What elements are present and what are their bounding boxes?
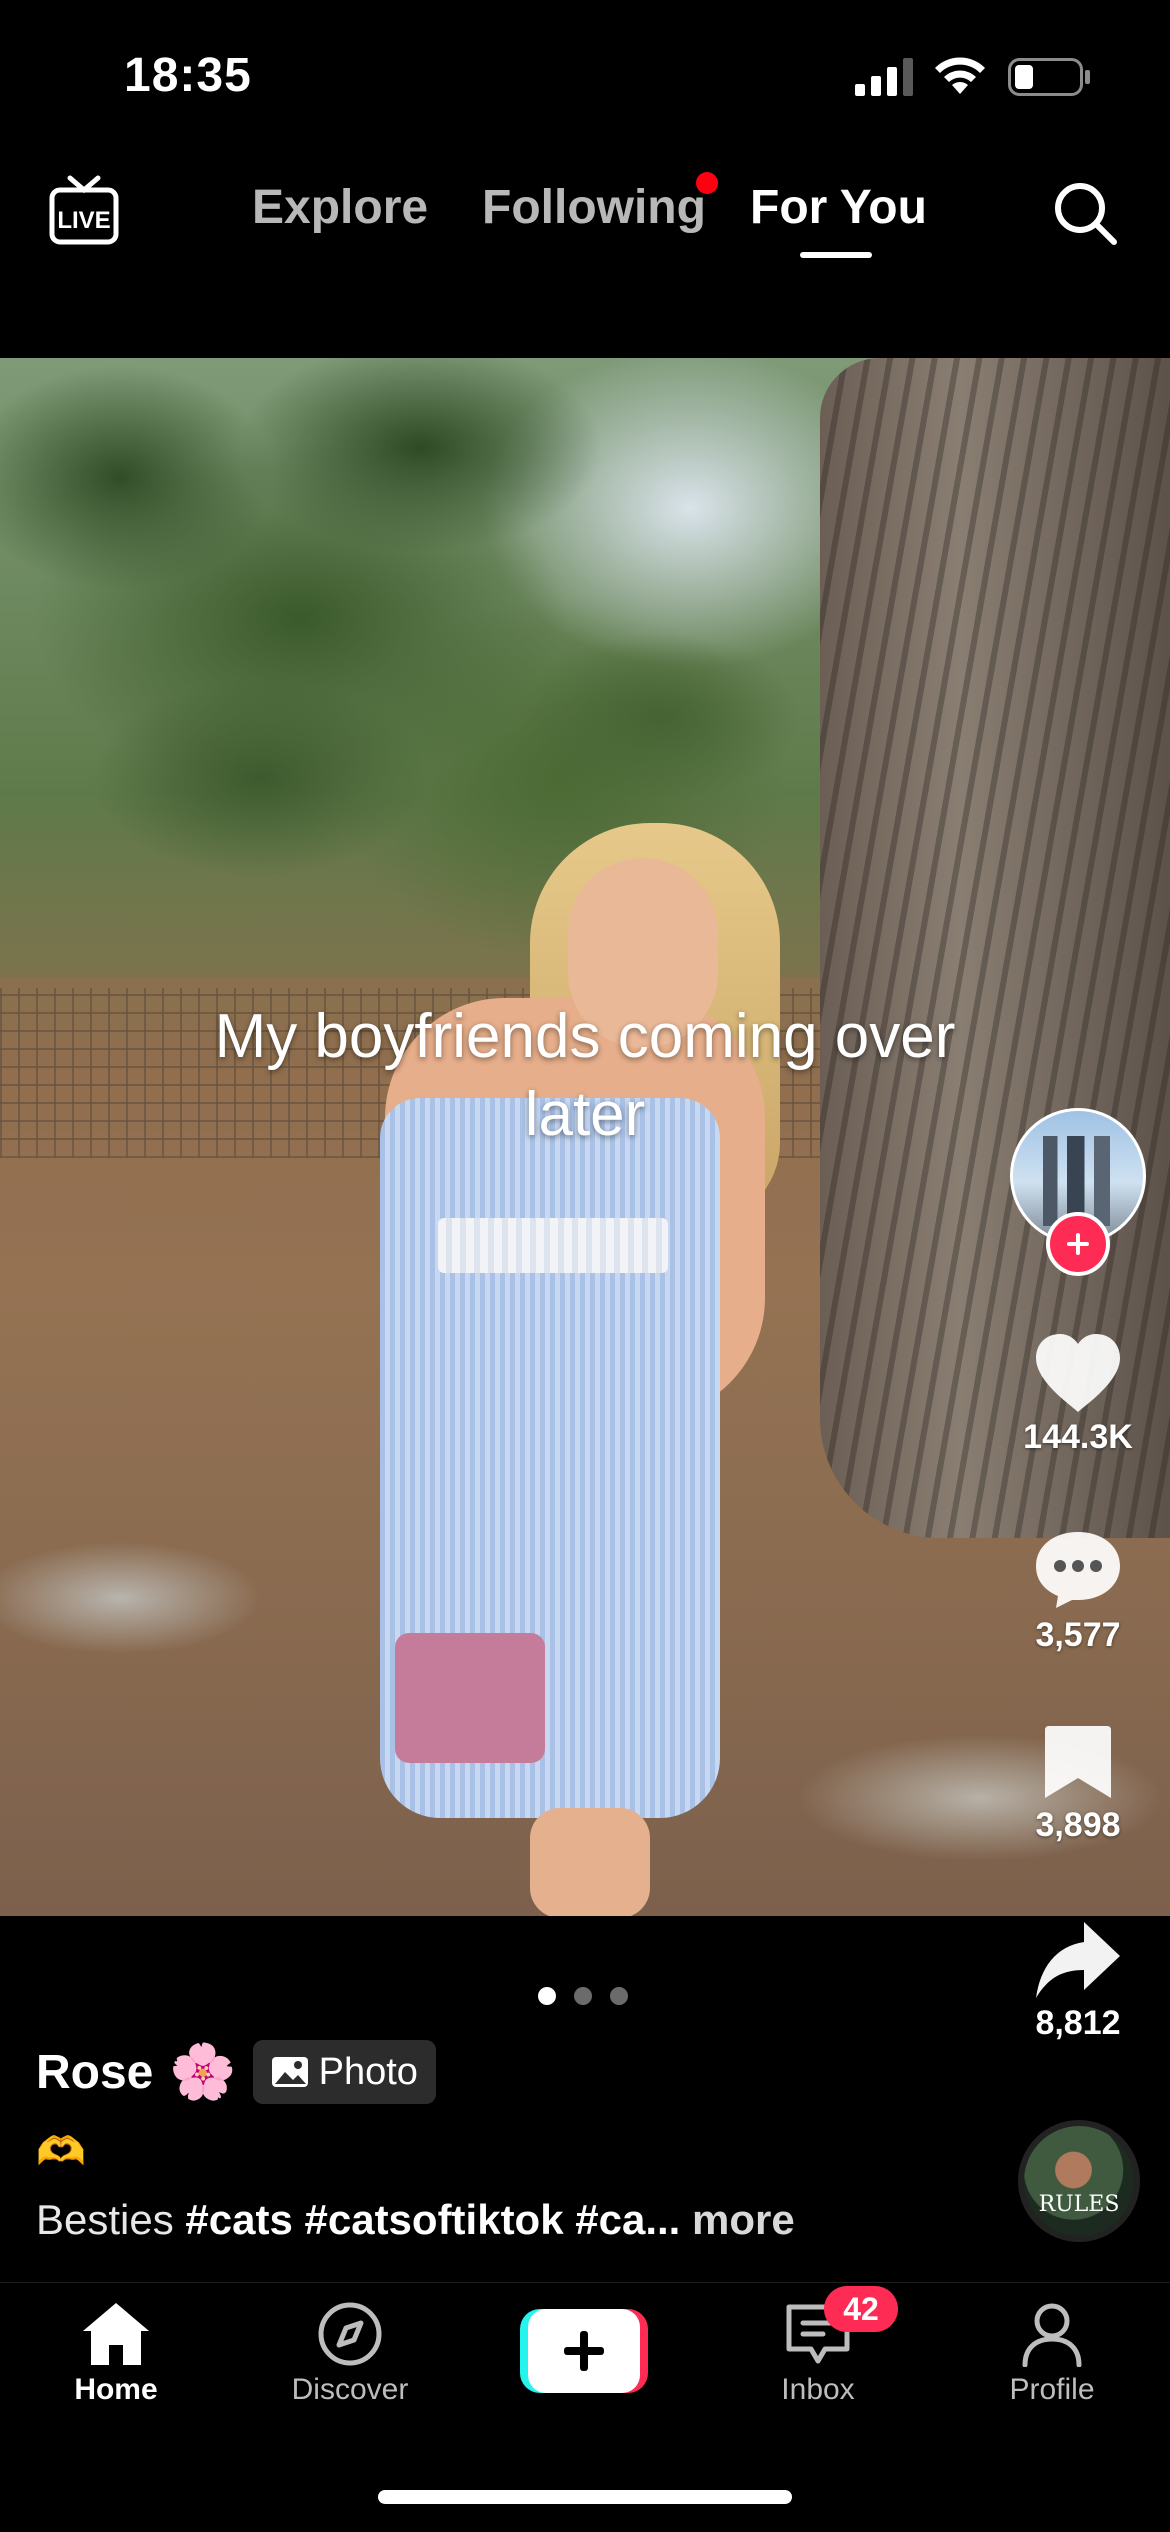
tab-discover-label: Discover: [291, 2373, 409, 2406]
photo-type-badge: Photo: [252, 2040, 436, 2104]
live-tv-icon: LIVE: [49, 175, 119, 245]
music-disc-label: RULES: [1038, 2192, 1120, 2217]
live-label: LIVE: [57, 207, 110, 234]
comment-icon: [1036, 1532, 1120, 1608]
tab-profile[interactable]: Profile: [972, 2301, 1132, 2407]
compass-icon: [318, 2302, 382, 2366]
creator-name[interactable]: Rose: [36, 2045, 153, 2100]
post-photo[interactable]: My boyfriends coming over later: [0, 358, 1170, 1916]
wifi-icon: [935, 57, 985, 94]
more-link[interactable]: more: [680, 2196, 795, 2243]
bookmark-count: 3,898: [1035, 1806, 1121, 1844]
tab-following[interactable]: Following: [482, 180, 706, 235]
tab-profile-label: Profile: [1009, 2373, 1095, 2406]
creator-row: Rose 🌸 Photo: [36, 2040, 436, 2104]
comment-count: 3,577: [1035, 1616, 1121, 1654]
description-text: Besties: [36, 2196, 186, 2243]
create-button[interactable]: [520, 2309, 648, 2393]
live-button[interactable]: LIVE: [48, 172, 120, 248]
photo-pagination[interactable]: [538, 1987, 628, 2005]
caption-emoji: 🫶: [36, 2130, 86, 2174]
profile-icon: [1022, 2303, 1082, 2367]
image-icon: [271, 2057, 308, 2087]
home-indicator[interactable]: [378, 2490, 792, 2504]
tab-for-you[interactable]: For You: [750, 180, 927, 235]
battery-icon: [1008, 58, 1090, 96]
signal-icon: [855, 58, 913, 96]
home-icon: [83, 2303, 149, 2365]
heart-icon: [1036, 1334, 1120, 1412]
bottom-tab-bar: Home Discover Inbox Profile: [0, 2282, 1170, 2422]
tab-home-label: Home: [74, 2373, 158, 2406]
tab-home[interactable]: Home: [36, 2301, 196, 2407]
music-disc[interactable]: RULES: [1018, 2120, 1140, 2242]
overlay-caption: My boyfriends coming over later: [0, 998, 1170, 1154]
photo-person-legs: [530, 1808, 650, 1916]
inbox-badge: 42: [824, 2286, 898, 2332]
photo-type-label: Photo: [318, 2050, 418, 2093]
share-button[interactable]: 8,812: [1008, 1920, 1148, 2043]
tab-discover[interactable]: Discover: [270, 2301, 430, 2407]
follow-button[interactable]: [1046, 1212, 1110, 1276]
photo-dress-lace: [438, 1218, 668, 1273]
status-time: 18:35: [124, 49, 252, 102]
like-count: 144.3K: [1023, 1418, 1133, 1456]
status-bar: 18:35: [0, 0, 1170, 150]
active-tab-indicator: [800, 252, 872, 258]
top-nav: LIVE Explore Following For You: [0, 160, 1170, 280]
bookmark-button[interactable]: 3,898: [1008, 1724, 1148, 1845]
share-arrow-icon: [1036, 1922, 1120, 1998]
overlay-caption-line: My boyfriends coming over: [214, 1002, 956, 1071]
like-button[interactable]: 144.3K: [1008, 1332, 1148, 1457]
creator-name-emoji: 🌸: [169, 2041, 237, 2102]
pagination-dot: [610, 1987, 628, 2005]
following-notification-dot: [696, 172, 718, 194]
share-count: 8,812: [1035, 2004, 1121, 2042]
post-description[interactable]: Besties #cats #catsoftiktok #ca... more: [36, 2196, 795, 2244]
overlay-caption-line: later: [524, 1080, 646, 1149]
tab-explore[interactable]: Explore: [252, 180, 428, 235]
pagination-dot: [574, 1987, 592, 2005]
photo-purse: [395, 1633, 545, 1763]
create-plus-icon: [528, 2309, 640, 2393]
pagination-dot: [538, 1987, 556, 2005]
tab-inbox-label: Inbox: [781, 2373, 855, 2406]
comment-button[interactable]: 3,577: [1008, 1528, 1148, 1655]
search-icon[interactable]: [1052, 180, 1118, 246]
bookmark-icon: [1045, 1726, 1111, 1798]
description-hashtags[interactable]: #cats #catsoftiktok #ca...: [185, 2196, 680, 2243]
